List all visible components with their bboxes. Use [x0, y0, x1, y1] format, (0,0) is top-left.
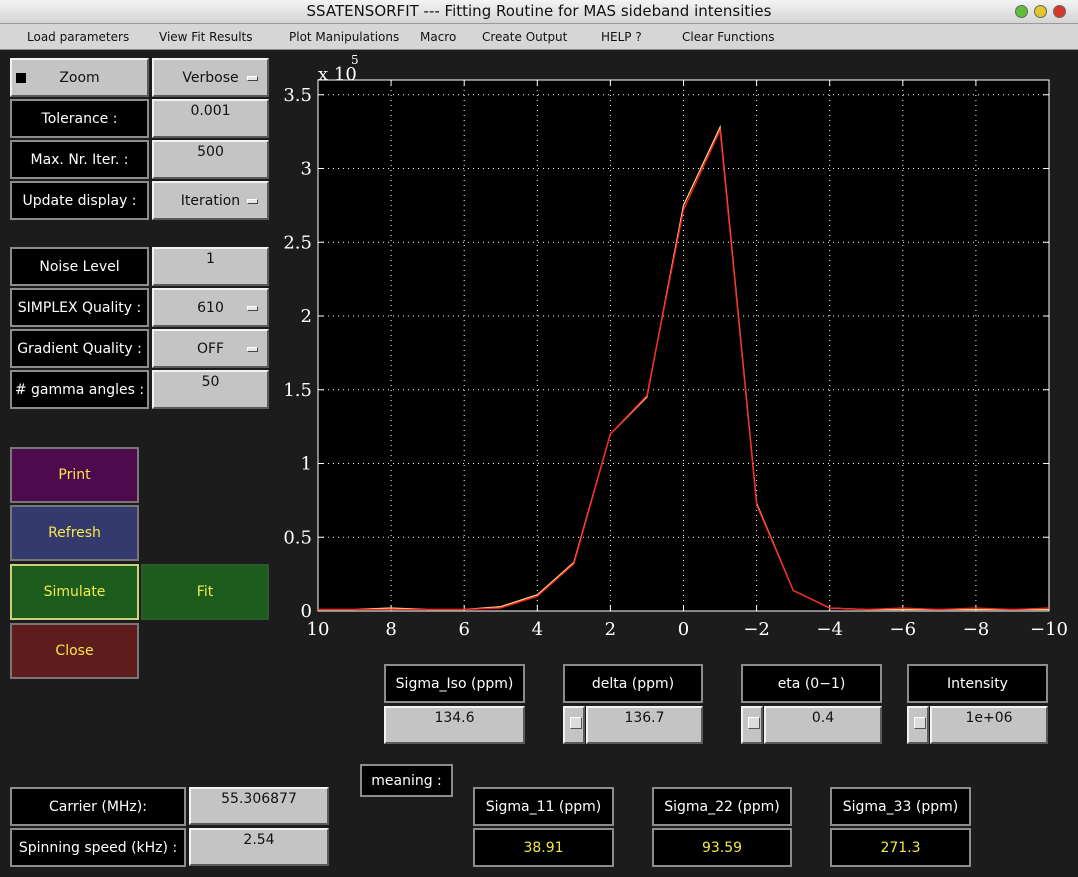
update-display-label: Update display : [10, 181, 149, 220]
eta-step-button[interactable] [741, 706, 763, 744]
menu-plot-manipulations[interactable]: Plot Manipulations [289, 24, 399, 50]
max-iter-label: Max. Nr. Iter. : [10, 140, 149, 179]
zoom-toggle[interactable]: Zoom [10, 58, 149, 97]
update-display-dropdown[interactable]: Iteration [152, 181, 269, 220]
x-tick-label: 8 [385, 619, 396, 640]
gamma-angles-label: # gamma angles : [10, 370, 149, 409]
gradient-quality-value: OFF [196, 340, 225, 357]
gamma-angles-field[interactable]: 50 [152, 370, 269, 409]
simplex-quality-label: SIMPLEX Quality : [10, 288, 149, 327]
intensity-label: Intensity [907, 664, 1048, 703]
spinning-speed-field[interactable]: 2.54 [189, 828, 329, 866]
menu-macro[interactable]: Macro [420, 24, 456, 50]
noise-level-field[interactable]: 1 [152, 247, 269, 286]
y-multiplier-exponent: 5 [351, 53, 359, 67]
print-button[interactable]: Print [10, 447, 139, 503]
y-multiplier-label: x 10 [318, 64, 357, 85]
step-knob-icon [914, 717, 926, 729]
delta-label: delta (ppm) [563, 664, 703, 703]
step-knob-icon [748, 717, 760, 729]
x-tick-label: −2 [743, 619, 770, 640]
dropdown-indicator-icon [247, 346, 258, 352]
y-tick-label: 3 [301, 159, 312, 180]
y-tick-label: 0 [301, 601, 312, 622]
x-tick-label: −10 [1030, 619, 1068, 640]
window-title: SSATENSORFIT --- Fitting Routine for MAS… [306, 2, 772, 20]
gradient-quality-dropdown[interactable]: OFF [152, 329, 269, 368]
y-tick-label: 1 [301, 454, 312, 475]
sigma-33-label: Sigma_33 (ppm) [830, 787, 971, 826]
x-tick-label: 6 [458, 619, 469, 640]
menu-clear-functions[interactable]: Clear Functions [682, 24, 775, 50]
intensity-step-button[interactable] [907, 706, 929, 744]
tolerance-label: Tolerance : [10, 99, 149, 138]
close-button[interactable]: Close [10, 623, 139, 679]
fit-button[interactable]: Fit [141, 564, 269, 620]
x-tick-label: 2 [605, 619, 616, 640]
update-display-value: Iteration [180, 192, 241, 209]
sigma-22-value: 93.59 [652, 828, 792, 867]
dropdown-indicator-icon [247, 198, 258, 204]
intensity-field[interactable]: 1e+06 [930, 706, 1048, 744]
x-tick-label: 10 [307, 619, 330, 640]
x-tick-label: 0 [678, 619, 689, 640]
sigma-22-label: Sigma_22 (ppm) [652, 787, 792, 826]
zoom-checkbox-icon [16, 73, 26, 83]
spectrum-plot: 10 8 6 4 2 0 −2 −4 −6 −8 −10 0 0.5 1 1.5 2 2.5 3 3.5 x 10… [283, 53, 1068, 640]
y-tick-label: 1.5 [283, 380, 312, 401]
title-bar: SSATENSORFIT --- Fitting Routine for MAS… [0, 0, 1078, 24]
verbose-label: Verbose [182, 69, 239, 86]
eta-field[interactable]: 0.4 [764, 706, 882, 744]
y-tick-label: 3.5 [283, 85, 312, 106]
delta-step-button[interactable] [563, 706, 585, 744]
sigma-11-value: 38.91 [473, 828, 614, 867]
y-tick-label: 2 [301, 306, 312, 327]
menu-create-output[interactable]: Create Output [482, 24, 567, 50]
menu-help[interactable]: HELP ? [601, 24, 642, 50]
maximize-icon[interactable] [1034, 5, 1047, 18]
close-window-icon[interactable] [1053, 5, 1066, 18]
zoom-label: Zoom [59, 69, 100, 86]
x-tick-label: 4 [532, 619, 543, 640]
menu-view-fit-results[interactable]: View Fit Results [159, 24, 253, 50]
x-tick-label: −4 [816, 619, 843, 640]
eta-label: eta (0−1) [741, 664, 882, 703]
gradient-quality-label: Gradient Quality : [10, 329, 149, 368]
simulate-button[interactable]: Simulate [10, 564, 139, 620]
delta-field[interactable]: 136.7 [586, 706, 703, 744]
dropdown-indicator-icon [247, 75, 258, 81]
meaning-label: meaning : [360, 764, 453, 797]
tolerance-field[interactable]: 0.001 [152, 99, 269, 138]
x-tick-label: −6 [890, 619, 917, 640]
spinning-speed-label: Spinning speed (kHz) : [10, 828, 186, 867]
x-tick-label: −8 [963, 619, 990, 640]
dropdown-indicator-icon [247, 305, 258, 311]
simplex-quality-value: 610 [197, 299, 224, 316]
sigma-11-label: Sigma_11 (ppm) [473, 787, 614, 826]
menu-load-parameters[interactable]: Load parameters [27, 24, 129, 50]
carrier-field[interactable]: 55.306877 [189, 787, 329, 825]
menu-bar: Load parameters View Fit Results Plot Ma… [0, 24, 1078, 50]
minimize-icon[interactable] [1015, 5, 1028, 18]
simplex-quality-dropdown[interactable]: 610 [152, 288, 269, 327]
step-knob-icon [570, 717, 582, 729]
y-tick-label: 0.5 [283, 527, 312, 548]
verbose-dropdown[interactable]: Verbose [152, 58, 269, 97]
sigma-iso-label: Sigma_Iso (ppm) [384, 664, 525, 703]
y-tick-label: 2.5 [283, 232, 312, 253]
max-iter-field[interactable]: 500 [152, 140, 269, 179]
carrier-label: Carrier (MHz): [10, 787, 186, 826]
refresh-button[interactable]: Refresh [10, 505, 139, 561]
sigma-iso-field[interactable]: 134.6 [384, 706, 525, 744]
sigma-33-value: 271.3 [830, 828, 971, 867]
noise-level-label: Noise Level [10, 247, 149, 286]
